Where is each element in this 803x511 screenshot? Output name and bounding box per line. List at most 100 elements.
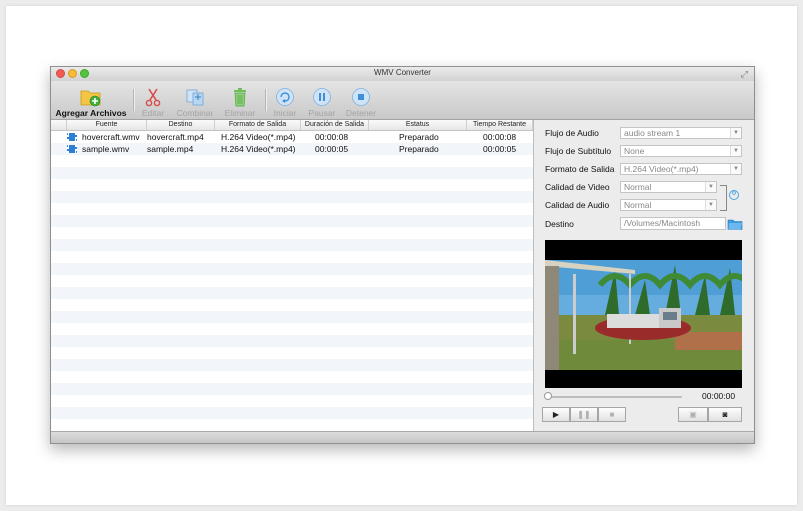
empty-table-row (51, 203, 533, 215)
delete-button[interactable]: Eliminar (221, 83, 259, 118)
edit-label: Editar (141, 108, 165, 118)
chevron-down-icon: ▼ (730, 146, 741, 156)
empty-table-row (51, 179, 533, 191)
stop-label: Detener (345, 108, 377, 118)
header-time-remaining[interactable]: Tiempo Restante (467, 120, 533, 130)
settings-panel: Flujo de Audio audio stream 1 ▼ Flujo de… (534, 120, 754, 432)
combine-button[interactable]: Combinar (173, 83, 217, 118)
toolbar-separator (265, 89, 267, 111)
destination-field[interactable]: /Volumes/Macintosh (620, 217, 726, 230)
cell-status: Preparado (399, 144, 439, 154)
empty-table-row (51, 419, 533, 431)
pause-label: Pausar (308, 108, 336, 118)
chevron-down-icon: ▼ (730, 164, 741, 174)
player-stop-button[interactable]: ■ (598, 407, 626, 422)
video-quality-select[interactable]: Normal ▼ (620, 181, 717, 193)
subtitle-stream-value: None (624, 146, 645, 156)
seek-slider-handle[interactable] (544, 392, 552, 400)
empty-table-row (51, 263, 533, 275)
add-files-icon (80, 90, 101, 107)
play-icon: ▶ (552, 410, 560, 419)
empty-table-row (51, 191, 533, 203)
stop-icon: ■ (609, 410, 615, 419)
output-format-select[interactable]: H.264 Video(*.mp4) ▼ (620, 163, 742, 175)
header-source[interactable]: Fuente (67, 120, 147, 130)
video-file-icon (67, 133, 77, 141)
empty-table-row (51, 155, 533, 167)
audio-quality-select[interactable]: Normal ▼ (620, 199, 717, 211)
table-row[interactable]: hovercraft.wmv hovercraft.mp4 H.264 Video(… (51, 131, 533, 143)
cell-duration: 00:00:05 (315, 144, 349, 154)
cell-dest: sample.mp4 (147, 144, 194, 154)
empty-table-row (51, 299, 533, 311)
subtitle-stream-label: Flujo de Subtítulo (545, 146, 612, 156)
table-row[interactable]: sample.wmv sample.mp4 H.264 Video(*.mp4) 00… (51, 143, 533, 155)
destination-value: /Volumes/Macintosh (624, 218, 701, 228)
header-output-duration[interactable]: Duración de Salida (301, 120, 369, 130)
app-window: WMV Converter ⤢ Agregar Archivos Editar … (50, 66, 755, 444)
snapshot-button[interactable]: ▣ (678, 407, 708, 422)
combine-label: Combinar (176, 108, 214, 118)
pause-icon: ❚❚ (577, 410, 591, 419)
playback-time: 00:00:00 (702, 391, 736, 401)
subtitle-stream-select[interactable]: None ▼ (620, 145, 742, 157)
link-icon[interactable]: ⚙ (729, 190, 739, 200)
video-quality-label: Calidad de Video (545, 182, 610, 192)
cell-remaining: 00:00:08 (483, 132, 517, 142)
empty-table-row (51, 407, 533, 419)
pause-button[interactable]: Pausar (305, 83, 339, 118)
fullscreen-icon[interactable]: ⤢ (741, 69, 748, 79)
folder-icon[interactable] (727, 218, 743, 230)
stop-button[interactable]: Detener (343, 83, 379, 118)
file-list: Fuente Destino Formato de Salida Duració… (51, 120, 533, 432)
header-status[interactable]: Estatus (369, 120, 467, 130)
empty-table-row (51, 359, 533, 371)
chevron-down-icon: ▼ (705, 182, 716, 192)
empty-table-row (51, 287, 533, 299)
video-preview (545, 240, 742, 388)
toolbar: Agregar Archivos Editar Combinar Elimina… (51, 81, 754, 120)
table-header: Fuente Destino Formato de Salida Duració… (51, 120, 533, 131)
header-output-format[interactable]: Formato de Salida (215, 120, 301, 130)
add-files-label: Agregar Archivos (55, 108, 127, 118)
audio-stream-select[interactable]: audio stream 1 ▼ (620, 127, 742, 139)
player-pause-button[interactable]: ❚❚ (570, 407, 598, 422)
start-button[interactable]: Iniciar (269, 83, 301, 118)
add-files-button[interactable]: Agregar Archivos (55, 83, 127, 118)
chevron-down-icon: ▼ (705, 200, 716, 210)
cell-format: H.264 Video(*.mp4) (221, 144, 296, 154)
delete-label: Eliminar (224, 108, 256, 118)
play-button[interactable]: ▶ (542, 407, 570, 422)
table-body: hovercraft.wmv hovercraft.mp4 H.264 Video(… (51, 131, 533, 432)
cell-source: hovercraft.wmv (82, 132, 140, 142)
start-icon (276, 88, 294, 106)
empty-table-row (51, 275, 533, 287)
edit-button[interactable]: Editar (137, 83, 169, 118)
empty-table-row (51, 239, 533, 251)
header-icon-column (51, 120, 67, 130)
empty-table-row (51, 371, 533, 383)
video-frame-image (545, 240, 742, 388)
quality-link-bracket (720, 185, 727, 211)
audio-quality-value: Normal (624, 200, 652, 210)
output-format-value: H.264 Video(*.mp4) (624, 164, 699, 174)
header-destination[interactable]: Destino (147, 120, 215, 130)
status-bar (51, 431, 754, 443)
cell-duration: 00:00:08 (315, 132, 349, 142)
empty-table-row (51, 383, 533, 395)
empty-table-row (51, 347, 533, 359)
audio-stream-value: audio stream 1 (624, 128, 681, 138)
cell-remaining: 00:00:05 (483, 144, 517, 154)
camera-icon: ◙ (722, 410, 728, 419)
chevron-down-icon: ▼ (730, 128, 741, 138)
video-quality-value: Normal (624, 182, 652, 192)
empty-table-row (51, 251, 533, 263)
empty-table-row (51, 323, 533, 335)
seek-slider[interactable] (549, 396, 682, 398)
stop-icon (352, 88, 370, 106)
snapshot-folder-button[interactable]: ◙ (708, 407, 742, 422)
pause-icon (313, 88, 331, 106)
empty-table-row (51, 335, 533, 347)
video-file-icon (67, 145, 77, 153)
destination-label: Destino (545, 219, 574, 229)
